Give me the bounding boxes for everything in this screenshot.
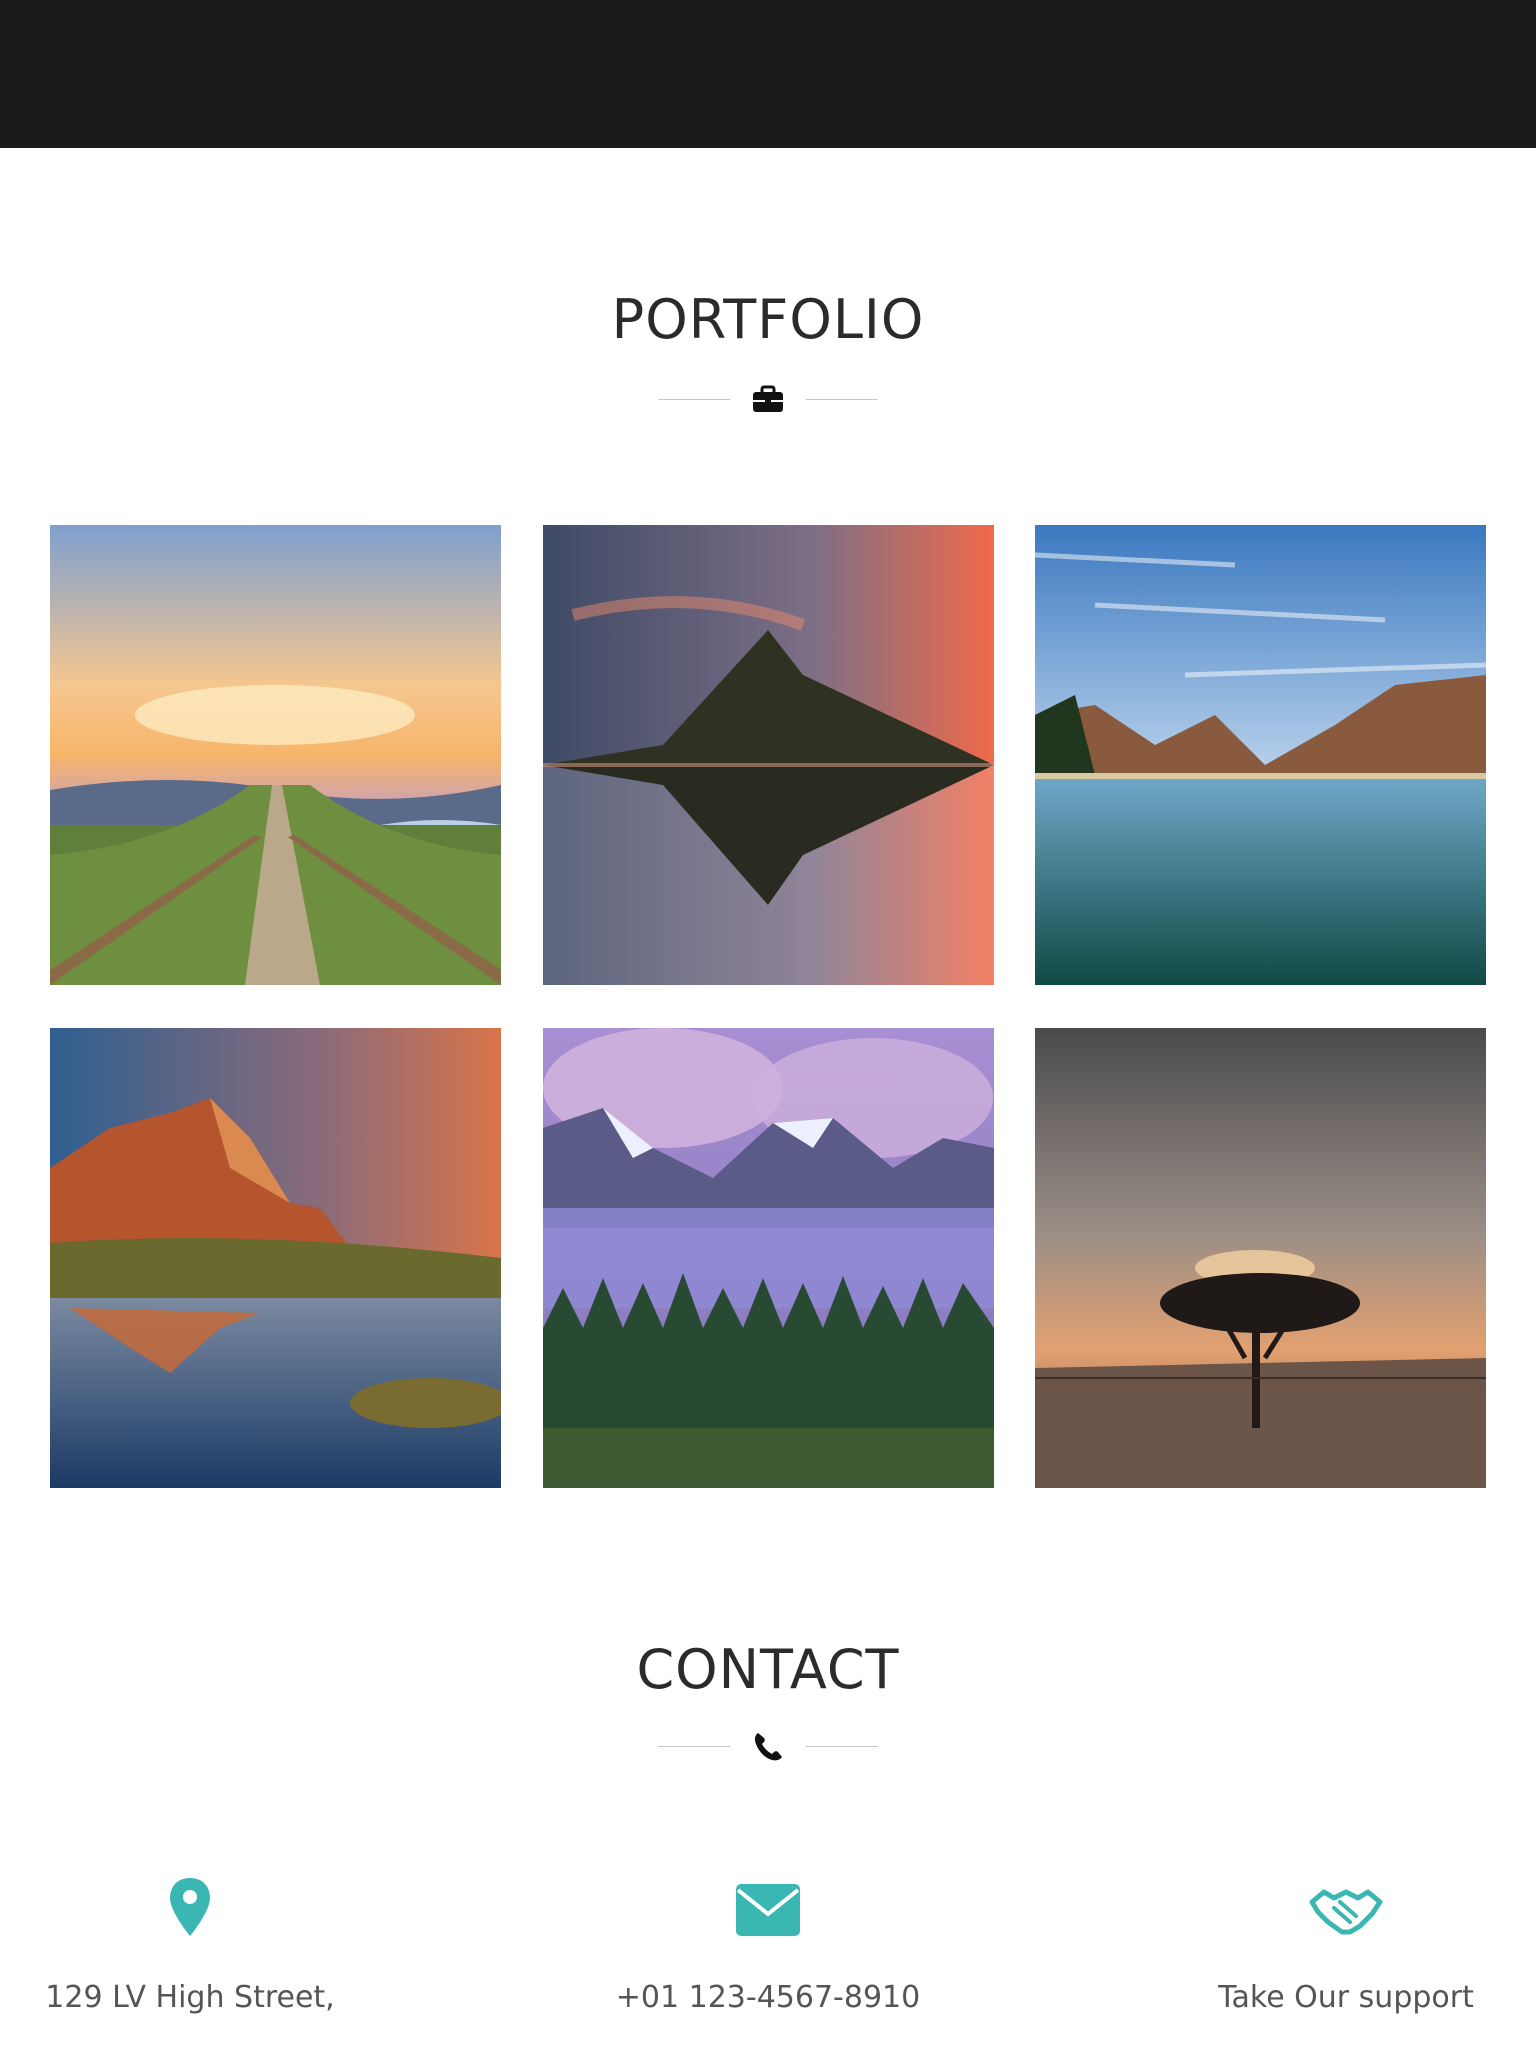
portfolio-item-path-sunset[interactable] [50, 525, 501, 985]
address-line1: 129 LV High Street, [45, 1980, 335, 2015]
divider-line-left [658, 1746, 730, 1747]
top-navbar [0, 0, 1536, 148]
contact-phone: +01 123-4567-8910 [578, 1870, 958, 2018]
portfolio-item-golden-peaks[interactable] [50, 1028, 501, 1488]
handshake-icon [1309, 1889, 1383, 1935]
contact-address: 129 LV High Street, [0, 1870, 380, 2018]
briefcase-icon [753, 385, 783, 412]
portfolio-item-mountain-reflection[interactable] [543, 525, 994, 985]
contact-divider [658, 1727, 878, 1767]
support-line1: Take Our support [1218, 1980, 1474, 2015]
divider-line-right [806, 1746, 878, 1747]
divider-line-right [806, 399, 878, 400]
portfolio-title: PORTFOLIO [611, 288, 925, 351]
map-pin-icon [170, 1878, 210, 1936]
phone-icon [754, 1733, 782, 1761]
landscape-image [50, 1028, 501, 1488]
portfolio-item-snowy-range[interactable] [543, 1028, 994, 1488]
landscape-image [543, 1028, 994, 1488]
phone-number: +01 123-4567-8910 [615, 1980, 921, 2015]
portfolio-item-alpine-lake[interactable] [1035, 525, 1486, 985]
contact-title: CONTACT [636, 1638, 900, 1701]
envelope-icon [736, 1884, 800, 1936]
landscape-image [1035, 1028, 1486, 1488]
landscape-image [543, 525, 994, 985]
landscape-image [50, 525, 501, 985]
portfolio-divider [658, 380, 878, 420]
divider-line-left [658, 399, 730, 400]
landscape-image [1035, 525, 1486, 985]
contact-support: Take Our support [1156, 1870, 1536, 2018]
portfolio-item-savanna-tree[interactable] [1035, 1028, 1486, 1488]
